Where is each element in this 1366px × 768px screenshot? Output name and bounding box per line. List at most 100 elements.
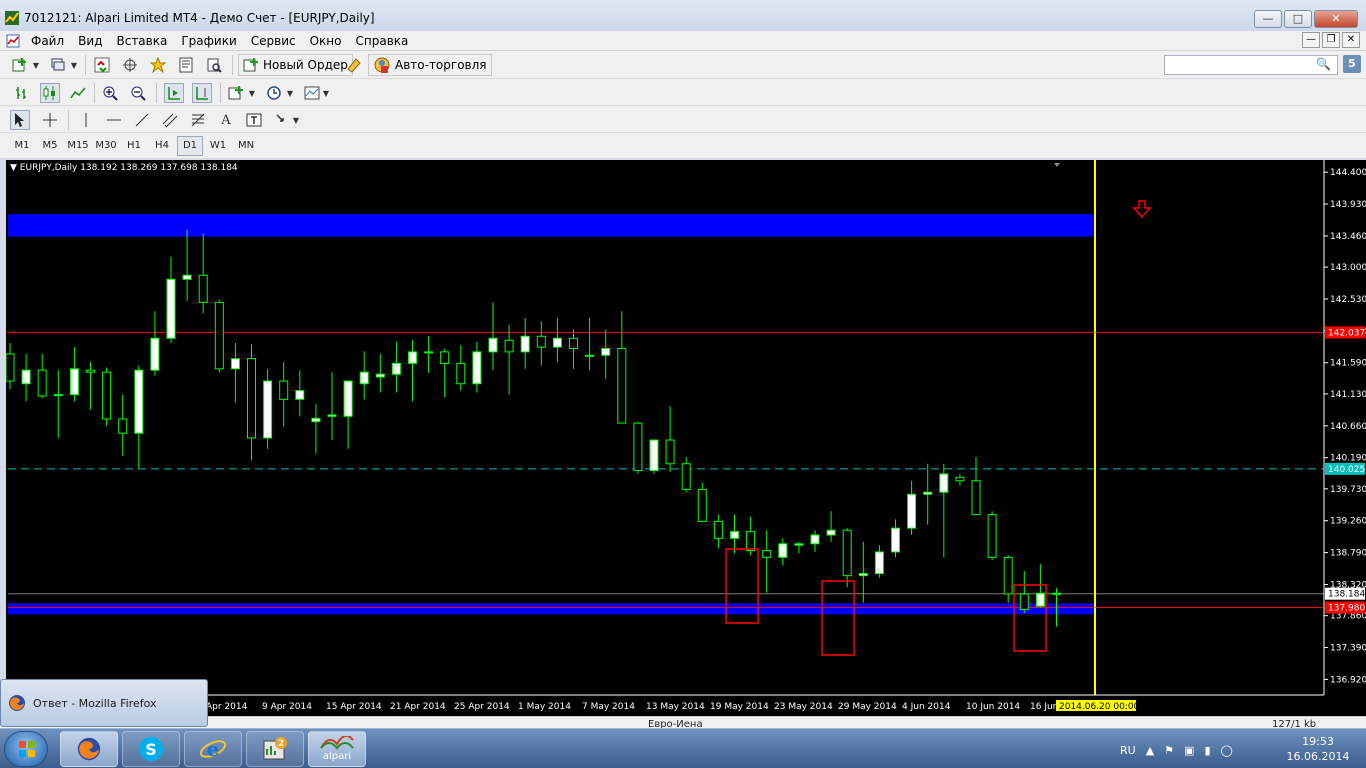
timeframe-m5[interactable]: M5 bbox=[37, 136, 63, 156]
mt4-app-icon bbox=[5, 11, 19, 25]
metaeditor-icon[interactable] bbox=[344, 55, 364, 75]
chevron-down-icon[interactable]: ▼ bbox=[246, 83, 258, 103]
chevron-down-icon[interactable]: ▼ bbox=[284, 83, 296, 103]
clock-time: 19:53 bbox=[1302, 735, 1334, 748]
timeframe-m30[interactable]: M30 bbox=[93, 136, 119, 156]
timeframe-mn[interactable]: MN bbox=[233, 136, 259, 156]
cursor-icon[interactable] bbox=[10, 110, 30, 130]
price-tick-label: 143.460 bbox=[1330, 232, 1366, 242]
zoom-out-icon[interactable] bbox=[128, 83, 148, 103]
mdi-close-icon[interactable]: ✕ bbox=[1342, 32, 1360, 48]
menu-tools[interactable]: Сервис bbox=[244, 33, 303, 49]
chevron-down-icon[interactable]: ▼ bbox=[68, 55, 80, 75]
taskbar-skype[interactable]: S bbox=[122, 731, 180, 767]
tray-flag-icon[interactable]: ⚑ bbox=[1164, 744, 1174, 757]
minimize-icon[interactable]: — bbox=[1254, 10, 1282, 28]
candle-bull bbox=[810, 534, 820, 545]
navigator-icon[interactable] bbox=[120, 55, 140, 75]
taskbar-firefox[interactable] bbox=[60, 731, 118, 767]
vertical-line-icon[interactable] bbox=[76, 110, 96, 130]
network-signal-icon[interactable]: ▮ bbox=[1204, 744, 1210, 757]
chart-tab-eurjpy[interactable]: Евро-Иена bbox=[648, 719, 703, 728]
timeframe-m1[interactable]: M1 bbox=[9, 136, 35, 156]
start-button[interactable] bbox=[4, 731, 48, 767]
chart-window[interactable]: 144.400 143.930 143.460 143.000 142.530 142.0… bbox=[6, 160, 1366, 716]
menu-insert[interactable]: Вставка bbox=[109, 33, 174, 49]
timeframe-w1[interactable]: W1 bbox=[205, 136, 231, 156]
fibonacci-icon[interactable] bbox=[188, 110, 208, 130]
strategy-tester-icon[interactable] bbox=[204, 55, 224, 75]
mail-counter-badge[interactable]: 5 bbox=[1343, 55, 1361, 73]
system-tray: RU ▲ ⚑ ▣ ▮ ◯ bbox=[1120, 735, 1233, 765]
chart-shift-icon[interactable] bbox=[192, 83, 212, 103]
tray-network-device-icon[interactable]: ▣ bbox=[1184, 744, 1194, 757]
menu-help[interactable]: Справка bbox=[349, 33, 416, 49]
close-icon[interactable]: ✕ bbox=[1314, 10, 1358, 28]
system-clock[interactable]: 19:53 16.06.2014 bbox=[1282, 734, 1354, 764]
new-chart-icon[interactable] bbox=[10, 55, 30, 75]
windows-logo-icon bbox=[18, 740, 36, 758]
date-tick-label: 4 Jun 2014 bbox=[902, 702, 951, 712]
level-bottom-price-label: 137.980 bbox=[1328, 604, 1365, 614]
menu-bar: Файл Вид Вставка Графики Сервис Окно Спр… bbox=[0, 31, 1366, 51]
market-watch-icon[interactable] bbox=[92, 55, 112, 75]
price-tick-label: 141.130 bbox=[1330, 390, 1366, 400]
tray-expand-icon[interactable]: ▲ bbox=[1146, 744, 1154, 757]
periods-clock-icon[interactable] bbox=[264, 83, 284, 103]
level-cyan-price-label: 140.025 bbox=[1328, 465, 1365, 475]
taskbar-internet-explorer[interactable]: e bbox=[184, 731, 242, 767]
date-tick-label: 7 May 2014 bbox=[582, 702, 635, 712]
auto-trading-button[interactable]: Авто-торговля bbox=[368, 54, 492, 76]
indicators-icon[interactable] bbox=[226, 83, 246, 103]
menu-charts[interactable]: Графики bbox=[174, 33, 243, 49]
arrows-icon[interactable] bbox=[272, 110, 292, 130]
mdi-minimize-icon[interactable]: — bbox=[1302, 32, 1320, 48]
down-arrow-icon bbox=[1132, 200, 1152, 219]
text-tool-icon[interactable]: A bbox=[216, 110, 236, 130]
chart-menu-arrow-icon[interactable]: ▼ bbox=[10, 163, 17, 173]
text-label-icon[interactable] bbox=[244, 110, 264, 130]
candle-bull bbox=[1035, 592, 1045, 607]
new-order-button[interactable]: Новый Ордер bbox=[238, 54, 353, 76]
menu-view[interactable]: Вид bbox=[71, 33, 109, 49]
chevron-down-icon[interactable]: ▼ bbox=[290, 110, 302, 130]
search-icon[interactable]: 🔍 bbox=[1316, 57, 1332, 73]
menu-window[interactable]: Окно bbox=[303, 33, 349, 49]
mdi-restore-icon[interactable]: ❐ bbox=[1322, 32, 1340, 48]
candle-bull bbox=[472, 351, 482, 385]
profiles-icon[interactable] bbox=[48, 55, 68, 75]
candle-bull bbox=[150, 337, 160, 371]
auto-scroll-icon[interactable] bbox=[164, 83, 184, 103]
candle-bear bbox=[713, 520, 723, 539]
timeframe-d1[interactable]: D1 bbox=[177, 136, 203, 156]
taskbar-preview-popup[interactable]: Ответ - Mozilla Firefox bbox=[0, 679, 208, 727]
volume-muted-icon[interactable]: ◯ bbox=[1221, 744, 1233, 757]
timeframe-m15[interactable]: M15 bbox=[65, 136, 91, 156]
terminal-icon[interactable] bbox=[176, 55, 196, 75]
taskbar-alpari-mt4[interactable]: alpari bbox=[308, 731, 366, 767]
crosshair-icon[interactable] bbox=[40, 110, 60, 130]
price-chart[interactable]: 144.400 143.930 143.460 143.000 142.530 142.0… bbox=[6, 160, 1366, 716]
timeframe-h1[interactable]: H1 bbox=[121, 136, 147, 156]
line-chart-icon[interactable] bbox=[68, 83, 88, 103]
candle-bear bbox=[118, 418, 128, 434]
trendline-icon[interactable] bbox=[132, 110, 152, 130]
templates-icon[interactable] bbox=[302, 83, 322, 103]
chevron-down-icon[interactable]: ▼ bbox=[320, 83, 332, 103]
horizontal-line-icon[interactable] bbox=[104, 110, 124, 130]
chart-window-icon[interactable] bbox=[6, 34, 20, 48]
menu-file[interactable]: Файл bbox=[24, 33, 71, 49]
maximize-icon[interactable]: □ bbox=[1284, 10, 1312, 28]
timeframe-h4[interactable]: H4 bbox=[149, 136, 175, 156]
favorites-star-icon[interactable] bbox=[148, 55, 168, 75]
search-input[interactable] bbox=[1164, 55, 1338, 75]
language-indicator[interactable]: RU bbox=[1120, 744, 1136, 757]
candlestick-icon[interactable] bbox=[40, 83, 60, 103]
zoom-in-icon[interactable] bbox=[100, 83, 120, 103]
chevron-down-icon[interactable]: ▼ bbox=[30, 55, 42, 75]
candle-bear bbox=[6, 353, 15, 382]
equidistant-channel-icon[interactable] bbox=[160, 110, 180, 130]
taskbar-metatrader-launcher[interactable]: 2 bbox=[246, 731, 304, 767]
bar-chart-icon[interactable] bbox=[12, 83, 32, 103]
cursor-date-label: 2014.06.20 00:00 bbox=[1059, 702, 1140, 712]
